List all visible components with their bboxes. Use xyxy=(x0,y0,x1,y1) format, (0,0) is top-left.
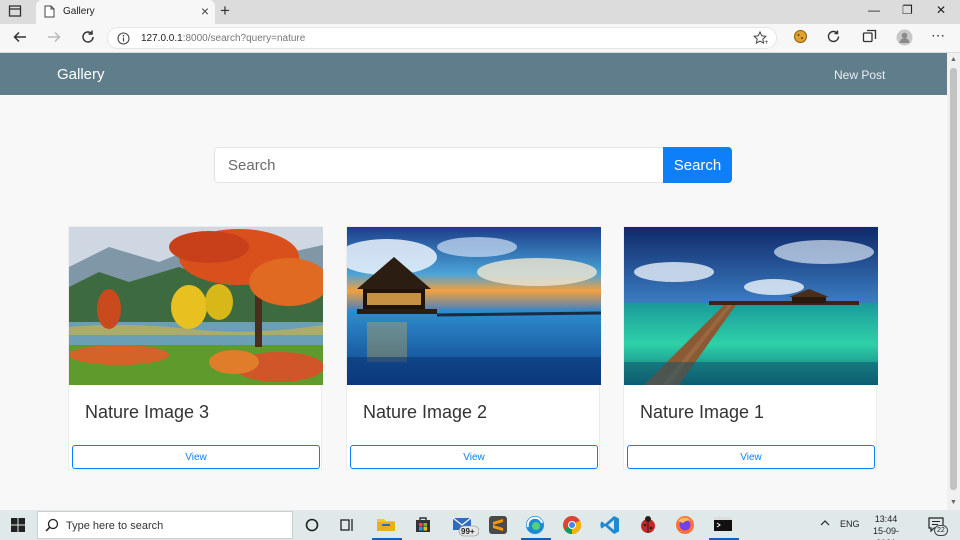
task-view-icon[interactable] xyxy=(338,515,360,535)
mail-icon[interactable]: 99+ xyxy=(451,515,480,537)
chrome-icon[interactable] xyxy=(562,515,584,535)
close-window-button[interactable]: ✕ xyxy=(936,3,946,17)
firefox-icon[interactable] xyxy=(675,515,697,535)
site-info-icon[interactable] xyxy=(117,32,130,48)
sublime-text-icon[interactable] xyxy=(488,515,510,535)
svg-text:+: + xyxy=(764,39,768,45)
more-options-icon[interactable]: ⋯ xyxy=(931,27,945,44)
ladybug-app-icon[interactable] xyxy=(638,515,660,535)
taskbar-search-box[interactable]: Type here to search xyxy=(37,511,293,539)
search-input[interactable] xyxy=(214,147,664,183)
card-image-overwater-gazebo xyxy=(347,227,601,385)
back-arrow-icon[interactable] xyxy=(12,29,28,48)
browser-tab-gallery[interactable]: Gallery × xyxy=(36,0,215,24)
cortana-icon[interactable] xyxy=(303,515,325,535)
url-text: 127.0.0.1:8000/search?query=nature xyxy=(141,33,305,44)
tab-actions-icon[interactable] xyxy=(8,4,22,21)
edge-browser-icon[interactable] xyxy=(521,515,551,540)
page-scrollbar[interactable]: ▲ ▼ xyxy=(947,53,960,510)
refresh-icon[interactable] xyxy=(80,29,96,48)
site-navbar: Gallery New Post xyxy=(0,53,947,95)
notification-center-icon[interactable]: 22 xyxy=(928,517,948,536)
card-title: Nature Image 1 xyxy=(640,402,765,422)
collections-icon[interactable] xyxy=(862,29,877,47)
card-title: Nature Image 2 xyxy=(363,402,488,422)
browser-tab-strip: Gallery × + — ❐ ✕ xyxy=(0,0,960,24)
url-host: 127.0.0.1 xyxy=(141,33,183,44)
file-explorer-icon[interactable] xyxy=(372,515,402,540)
page-viewport: Gallery New Post Search Search Nature Im… xyxy=(0,53,947,510)
store-icon[interactable] xyxy=(413,515,435,535)
sync-icon[interactable] xyxy=(826,29,841,47)
new-tab-button[interactable]: + xyxy=(220,1,230,21)
gallery-card: Nature Image 2 View xyxy=(346,226,601,470)
show-hidden-icons-chevron-icon[interactable] xyxy=(820,519,830,529)
clock-date: 15-09-2021 xyxy=(872,526,899,540)
minimize-button[interactable]: — xyxy=(868,3,880,17)
view-button[interactable]: View xyxy=(72,445,320,469)
search-button[interactable]: Search xyxy=(663,147,732,183)
favorite-star-icon[interactable]: + xyxy=(753,30,769,48)
scroll-up-icon[interactable]: ▲ xyxy=(950,56,957,63)
new-post-link[interactable]: New Post xyxy=(834,68,885,82)
windows-start-icon[interactable] xyxy=(11,518,25,535)
scroll-down-icon[interactable]: ▼ xyxy=(950,499,957,506)
card-image-tropical-pier xyxy=(624,227,878,385)
url-path: :8000/search?query=nature xyxy=(182,33,306,44)
brand-link[interactable]: Gallery xyxy=(57,66,105,83)
url-field[interactable]: 127.0.0.1:8000/search?query=nature + xyxy=(107,27,777,49)
card-title: Nature Image 3 xyxy=(85,402,210,422)
extension-cookie-icon[interactable] xyxy=(793,29,808,47)
gallery-card: Nature Image 1 View xyxy=(623,226,878,470)
vscode-icon[interactable] xyxy=(600,515,622,535)
profile-avatar-icon[interactable] xyxy=(896,29,913,49)
page-icon xyxy=(44,5,55,21)
scrollbar-thumb[interactable] xyxy=(950,68,957,490)
card-image-autumn-lake xyxy=(69,227,323,385)
mail-badge: 99+ xyxy=(461,527,475,536)
clock-time: 13:44 xyxy=(874,514,898,524)
forward-arrow-icon[interactable] xyxy=(46,29,62,48)
restore-button[interactable]: ❐ xyxy=(902,3,913,17)
view-button[interactable]: View xyxy=(350,445,598,469)
close-tab-icon[interactable]: × xyxy=(201,3,209,19)
search-icon xyxy=(45,518,59,535)
view-button[interactable]: View xyxy=(627,445,875,469)
gallery-card: Nature Image 3 View xyxy=(68,226,323,470)
address-bar-row: 127.0.0.1:8000/search?query=nature + ⋯ xyxy=(0,24,960,53)
search-form: Search xyxy=(214,147,732,183)
terminal-icon[interactable] xyxy=(709,515,739,540)
taskbar-clock[interactable]: 13:44 15-09-2021 xyxy=(866,513,906,540)
notification-count-badge: 22 xyxy=(934,525,948,536)
tab-title: Gallery xyxy=(63,6,95,17)
language-indicator[interactable]: ENG xyxy=(840,519,860,529)
windows-taskbar: Type here to search 99+ ENG 13:44 15-09-… xyxy=(0,510,960,540)
taskbar-search-placeholder: Type here to search xyxy=(66,520,164,532)
